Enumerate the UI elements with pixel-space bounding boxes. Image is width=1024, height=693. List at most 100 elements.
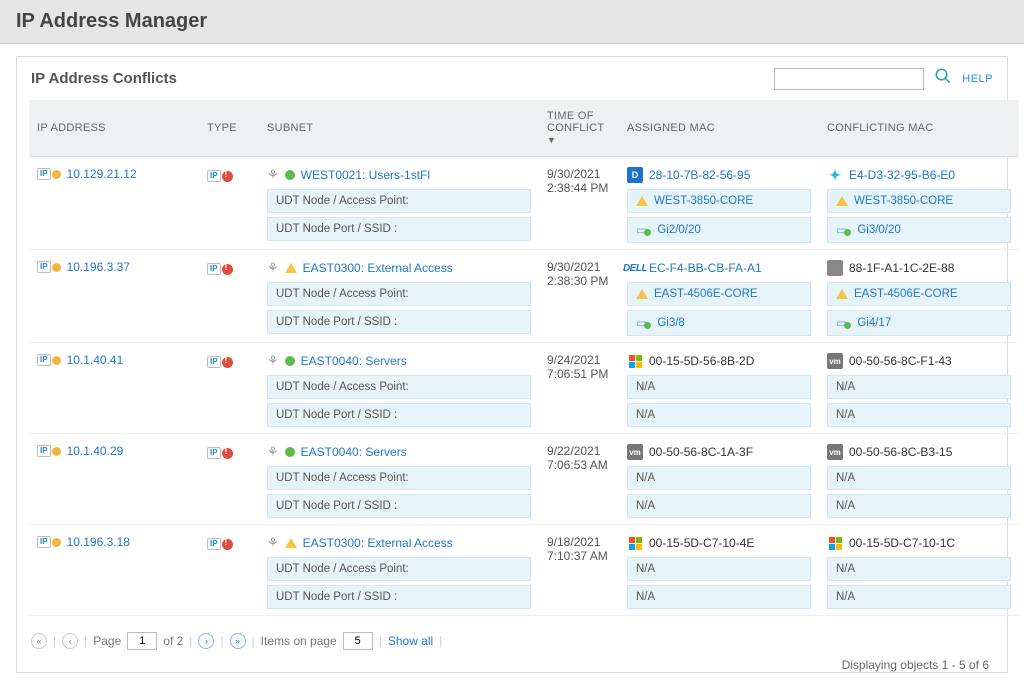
dlink-icon: D bbox=[627, 167, 643, 183]
ip-link[interactable]: 10.196.3.18 bbox=[67, 535, 130, 549]
table-row: IP 10.196.3.18 IP ⚘ EAST0300: External A… bbox=[29, 525, 1019, 616]
subnet-icon: ⚘ bbox=[267, 353, 279, 369]
sort-desc-icon: ▼ bbox=[547, 135, 556, 145]
vmware-icon: vm bbox=[827, 444, 843, 460]
first-page-button[interactable]: « bbox=[31, 633, 47, 649]
port-icon: ▭ bbox=[836, 316, 851, 330]
conflicting-mac: 00-50-56-8C-F1-43 bbox=[849, 354, 952, 368]
table-row: IP 10.1.40.29 IP ⚘ EAST0040: Servers UDT… bbox=[29, 434, 1019, 525]
col-ip[interactable]: IP ADDRESS bbox=[29, 100, 199, 157]
conflicting-port: N/A bbox=[836, 500, 855, 512]
search-icon[interactable] bbox=[934, 67, 952, 90]
pager: « | ‹ | Page of 2 | › | » | Items on pag… bbox=[17, 624, 1007, 654]
time-cell: 9/30/20212:38:30 PM bbox=[539, 250, 619, 343]
assigned-port-link[interactable]: Gi2/0/20 bbox=[657, 224, 700, 236]
type-conflict-icon: IP bbox=[207, 263, 233, 275]
assigned-ap-cell: N/A bbox=[627, 466, 811, 490]
type-conflict-icon: IP bbox=[207, 356, 233, 368]
assigned-ap: N/A bbox=[636, 563, 655, 575]
subnet-link[interactable]: EAST0040: Servers bbox=[301, 445, 407, 459]
subnet-port-label: UDT Node Port / SSID : bbox=[267, 217, 531, 241]
assigned-ap-cell: WEST-3850-CORE bbox=[627, 189, 811, 213]
next-page-button[interactable]: › bbox=[198, 633, 214, 649]
assigned-port: N/A bbox=[636, 500, 655, 512]
table-row: IP 10.129.21.12 IP ⚘ WEST0021: Users-1st… bbox=[29, 157, 1019, 250]
assigned-ap-link[interactable]: EAST-4506E-CORE bbox=[654, 288, 758, 300]
assigned-ap: N/A bbox=[636, 472, 655, 484]
assigned-ap-cell: N/A bbox=[627, 375, 811, 399]
vmware-icon: vm bbox=[827, 353, 843, 369]
conflicts-table: IP ADDRESS TYPE SUBNET TIME OF CONFLICT … bbox=[29, 100, 1019, 616]
conflicting-port-cell: N/A bbox=[827, 494, 1011, 518]
conflicting-ap-cell: N/A bbox=[827, 375, 1011, 399]
help-link[interactable]: HELP bbox=[962, 73, 993, 85]
subnet-port-label: UDT Node Port / SSID : bbox=[267, 494, 531, 518]
conflicting-mac: 00-15-5D-C7-10-1C bbox=[849, 536, 955, 550]
subnet-link[interactable]: EAST0040: Servers bbox=[301, 354, 407, 368]
ip-status-icon: IP bbox=[37, 536, 61, 548]
assigned-port-cell: N/A bbox=[627, 403, 811, 427]
assigned-mac: 00-15-5D-C7-10-4E bbox=[649, 536, 754, 550]
type-conflict-icon: IP bbox=[207, 538, 233, 550]
ip-link[interactable]: 10.129.21.12 bbox=[67, 167, 137, 181]
show-all-link[interactable]: Show all bbox=[388, 634, 433, 648]
assigned-port-cell: N/A bbox=[627, 585, 811, 609]
tplink-icon: ✦ bbox=[827, 167, 843, 183]
time-cell: 9/18/20217:10:37 AM bbox=[539, 525, 619, 616]
col-time[interactable]: TIME OF CONFLICT ▼ bbox=[539, 100, 619, 157]
prev-page-button[interactable]: ‹ bbox=[62, 633, 78, 649]
conflicting-mac: 88-1F-A1-1C-2E-88 bbox=[849, 261, 954, 275]
col-type[interactable]: TYPE bbox=[199, 100, 259, 157]
subnet-ap-label: UDT Node / Access Point: bbox=[267, 189, 531, 213]
assigned-ap: N/A bbox=[636, 381, 655, 393]
time-cell: 9/22/20217:06:53 AM bbox=[539, 434, 619, 525]
warning-icon bbox=[636, 289, 648, 299]
col-assigned[interactable]: ASSIGNED MAC bbox=[619, 100, 819, 157]
microsoft-icon bbox=[627, 353, 643, 369]
assigned-port-cell: N/A bbox=[627, 494, 811, 518]
subnet-icon: ⚘ bbox=[267, 444, 279, 460]
subnet-link[interactable]: EAST0300: External Access bbox=[303, 536, 453, 550]
ip-link[interactable]: 10.1.40.29 bbox=[67, 444, 124, 458]
conflicting-ap-link[interactable]: WEST-3850-CORE bbox=[854, 195, 953, 207]
panel-title: IP Address Conflicts bbox=[31, 70, 177, 87]
assigned-ap-cell: EAST-4506E-CORE bbox=[627, 282, 811, 306]
type-conflict-icon: IP bbox=[207, 447, 233, 459]
subnet-icon: ⚘ bbox=[267, 535, 279, 551]
conflicts-panel: IP Address Conflicts HELP IP ADDRESS TYP… bbox=[16, 56, 1008, 673]
vmware-icon: vm bbox=[627, 444, 643, 460]
assigned-mac-link[interactable]: 28-10-7B-82-56-95 bbox=[649, 168, 750, 182]
conflicting-port-link[interactable]: Gi4/17 bbox=[857, 317, 891, 329]
conflicting-port-cell: ▭ Gi3/0/20 bbox=[827, 217, 1011, 243]
assigned-mac-link[interactable]: EC-F4-BB-CB-FA-A1 bbox=[649, 261, 762, 275]
assigned-ap-link[interactable]: WEST-3850-CORE bbox=[654, 195, 753, 207]
assigned-port-link[interactable]: Gi3/8 bbox=[657, 317, 685, 329]
conflicting-port-cell: ▭ Gi4/17 bbox=[827, 310, 1011, 336]
col-conflicting[interactable]: CONFLICTING MAC bbox=[819, 100, 1019, 157]
conflicting-mac-link[interactable]: E4-D3-32-95-B6-E0 bbox=[849, 168, 955, 182]
assigned-ap-cell: N/A bbox=[627, 557, 811, 581]
warning-icon bbox=[285, 538, 297, 548]
subnet-link[interactable]: WEST0021: Users-1stFl bbox=[301, 168, 430, 182]
ip-link[interactable]: 10.196.3.37 bbox=[67, 260, 130, 274]
search-input[interactable] bbox=[774, 68, 924, 90]
subnet-link[interactable]: EAST0300: External Access bbox=[303, 261, 453, 275]
app-title: IP Address Manager bbox=[16, 10, 1008, 33]
warning-icon bbox=[836, 196, 848, 206]
conflicting-ap-link[interactable]: EAST-4506E-CORE bbox=[854, 288, 958, 300]
conflicting-port: N/A bbox=[836, 591, 855, 603]
last-page-button[interactable]: » bbox=[230, 633, 246, 649]
status-up-icon bbox=[285, 170, 295, 180]
conflicting-port-link[interactable]: Gi3/0/20 bbox=[857, 224, 900, 236]
col-subnet[interactable]: SUBNET bbox=[259, 100, 539, 157]
conflicting-ap: N/A bbox=[836, 381, 855, 393]
status-up-icon bbox=[285, 447, 295, 457]
conflicting-ap-cell: N/A bbox=[827, 466, 1011, 490]
assigned-port: N/A bbox=[636, 591, 655, 603]
items-input[interactable] bbox=[343, 632, 373, 650]
ip-link[interactable]: 10.1.40.41 bbox=[67, 353, 124, 367]
page-label: Page bbox=[93, 634, 121, 648]
dell-icon: DELL bbox=[627, 260, 643, 276]
page-input[interactable] bbox=[127, 632, 157, 650]
port-icon: ▭ bbox=[836, 223, 851, 237]
